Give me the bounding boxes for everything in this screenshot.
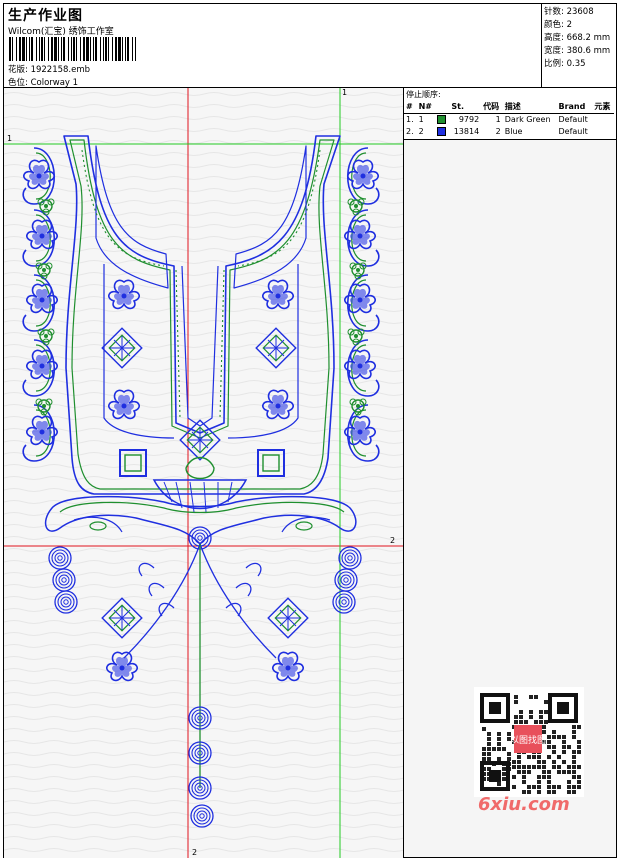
col-code: 代码 xyxy=(481,100,503,114)
color-swatch-icon xyxy=(437,115,447,125)
production-sheet: 生产作业图 Wilcom(汇宝) 绣饰工作室 花版: 1922158.emb 色… xyxy=(3,3,617,858)
design-label: 花版: xyxy=(8,65,28,75)
design-file-row: 花版: 1922158.emb xyxy=(8,63,90,75)
col-index: # xyxy=(404,100,417,114)
colorway-row: 色位: Colorway 1 xyxy=(8,76,78,88)
stats-box: 针数: 23608 颜色: 2 高度: 668.2 mm 宽度: 380.6 m… xyxy=(541,4,616,88)
embroidery-design xyxy=(4,88,403,858)
table-row: 2. 2 13814 2 Blue Default xyxy=(406,127,588,136)
guide-label-left: 1 xyxy=(7,134,13,143)
col-element: 元素 xyxy=(592,100,614,114)
col-swatch xyxy=(435,100,450,114)
colorway-label: 色位: xyxy=(8,78,28,88)
color-swatch-icon xyxy=(437,127,447,136)
guide-label-bottom: 2 xyxy=(192,848,198,857)
guide-label-top: 1 xyxy=(342,88,348,97)
stat-colors: 颜色: 2 xyxy=(544,20,572,30)
qr-logo-text: 以图找图 xyxy=(510,734,546,746)
table-row: 1. 1 9792 1 Dark Green Default xyxy=(406,115,588,125)
stat-scale: 比例: 0.35 xyxy=(544,59,586,69)
stat-width: 宽度: 380.6 mm xyxy=(544,46,611,56)
col-needle: N# xyxy=(416,100,436,114)
qr-code-icon: 以图找图 xyxy=(474,687,584,797)
design-canvas: 1 1 2 2 xyxy=(4,88,404,858)
design-file: 1922158.emb xyxy=(30,65,91,75)
col-stitches: St. xyxy=(449,100,482,114)
sheet-header: 生产作业图 Wilcom(汇宝) 绣饰工作室 花版: 1922158.emb 色… xyxy=(4,4,616,88)
guide-label-right: 2 xyxy=(390,536,396,545)
col-brand: Brand xyxy=(556,100,593,114)
table-header-row: # N# St. 代码 描述 Brand 元素 xyxy=(404,100,614,114)
stop-sequence-table: # N# St. 代码 描述 Brand 元素 1. 1 9792 1 Dark… xyxy=(404,100,614,138)
colorway-value: Colorway 1 xyxy=(30,78,79,88)
watermark-text: 6xiu.com xyxy=(478,794,570,815)
company-name: Wilcom(汇宝) 绣饰工作室 xyxy=(8,27,114,37)
stop-sequence-title: 停止顺序: xyxy=(406,90,441,99)
sheet-title: 生产作业图 xyxy=(8,8,83,24)
stop-sequence-panel: 停止顺序: # N# St. 代码 描述 Brand 元素 1. 1 9792 … xyxy=(404,88,616,140)
stat-stitches: 针数: 23608 xyxy=(544,7,594,17)
stat-height: 高度: 668.2 mm xyxy=(544,33,611,43)
col-description: 描述 xyxy=(502,100,557,114)
barcode-icon xyxy=(9,37,136,61)
